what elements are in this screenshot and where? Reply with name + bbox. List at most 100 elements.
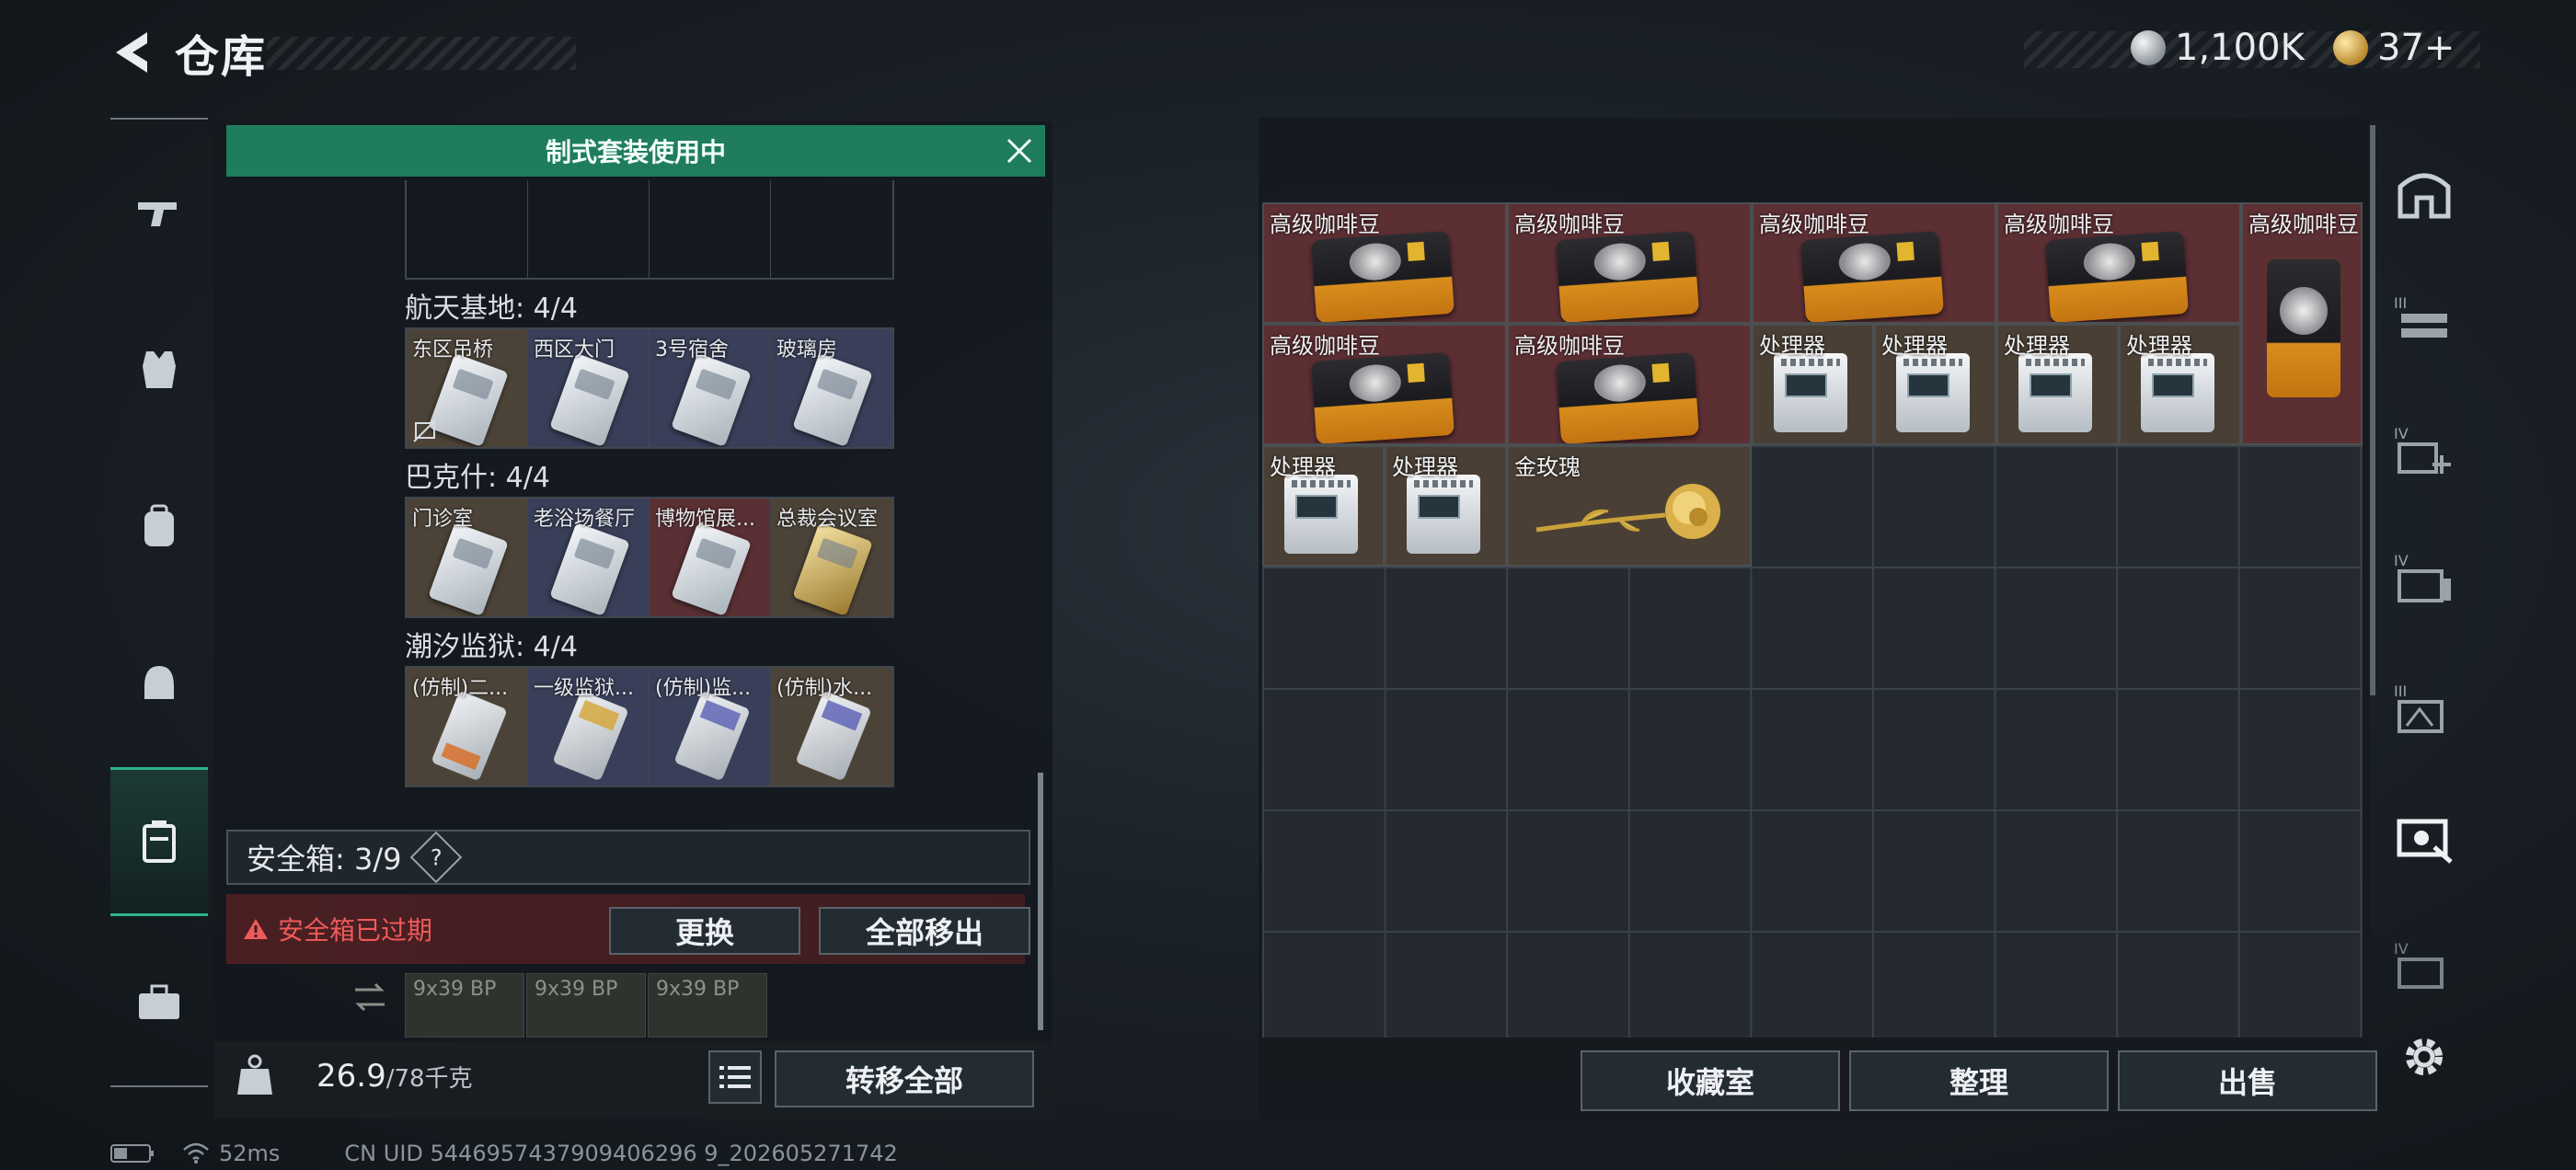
sell-button[interactable]: 出售 [2118,1050,2377,1111]
list-view-button[interactable] [708,1050,762,1104]
item-label: 处理器 [2004,333,2070,359]
safebox-icon [143,820,176,863]
settings-button[interactable] [2383,1015,2466,1098]
top-bar: 仓库 [110,20,267,85]
item-label: 高级咖啡豆 [1759,212,1869,237]
key-cell[interactable]: 博物馆展... [650,499,771,616]
stash-scrollbar[interactable] [2370,125,2375,695]
silver-amount: 1,100K [2175,27,2305,69]
stash-item-gold-rose[interactable]: 金玫瑰 [1507,445,1752,567]
close-icon[interactable] [994,125,1045,177]
key-label: 玻璃房 [776,338,838,361]
processor-icon [1284,475,1358,554]
help-icon[interactable]: ? [410,831,463,884]
left-nav [110,120,208,1087]
stash-item-coffee[interactable]: 高级咖啡豆 [1752,202,1996,324]
ammo-slot[interactable]: 9x39 BP [648,973,767,1038]
gold-rose-icon [1535,484,1720,539]
stash-item-processor[interactable]: 处理器 [1262,445,1385,567]
stash-page-3[interactable]: III [2383,278,2466,361]
panel-scrollbar[interactable] [1038,773,1043,1030]
item-label: 处理器 [1392,454,1458,480]
nav-tools[interactable] [110,947,208,1058]
empty-slot[interactable] [650,180,771,278]
uid: CN UID 5446957437909406296 9_20260527174… [344,1141,898,1166]
key-cell[interactable]: (仿制)水... [771,668,892,786]
safebox-bar: 安全箱: 3/9 ? [226,830,1030,885]
kit-banner-text: 制式套装使用中 [545,137,726,167]
backpack-icon [144,504,174,546]
back-arrow-icon[interactable] [110,29,155,76]
key-label: 西区大门 [534,338,615,361]
stash-item-processor[interactable]: 处理器 [1752,324,1874,445]
nav-backpack[interactable] [110,471,208,581]
nav-weapon[interactable] [110,158,208,269]
stash-item-coffee-vertical[interactable]: 高级咖啡豆 [2241,202,2363,445]
ammo-slot[interactable]: 9x39 BP [526,973,646,1038]
processor-icon [1407,475,1480,554]
item-label: 处理器 [1270,454,1336,480]
nav-safebox[interactable] [110,767,208,916]
keycard-icon [428,522,509,616]
key-cell[interactable]: (仿制)监... [650,668,771,786]
svg-text:IV: IV [2394,552,2409,569]
move-all-out-button[interactable]: 全部移出 [819,907,1030,955]
sort-button[interactable]: 整理 [1849,1050,2109,1111]
keycard-icon [792,522,873,616]
key-cell[interactable]: (仿制)二... [407,668,528,786]
stash-item-processor[interactable]: 处理器 [1996,324,2119,445]
stash-item-processor[interactable]: 处理器 [1874,324,1996,445]
collection-room-button[interactable]: 收藏室 [1581,1050,1840,1111]
silver-currency[interactable]: 1,100K [2131,27,2305,69]
key-cell[interactable]: 3号宿舍 [650,329,771,447]
shelf-tier-4c-icon: IV [2394,940,2444,989]
stash-page-4c[interactable]: IV [2383,925,2466,1008]
item-label: 高级咖啡豆 [1270,333,1380,359]
stash-page-active[interactable] [2383,797,2466,879]
item-label: 处理器 [2126,333,2192,359]
key-label: (仿制)监... [655,677,752,700]
key-cell[interactable]: 老浴场餐厅 [528,499,650,616]
gold-currency[interactable]: 37+ [2333,27,2455,69]
coffee-bag-icon [1311,230,1455,322]
ammo-slot[interactable]: 9x39 BP [405,973,524,1038]
group-title-bakhsh: 巴克什: 4/4 [405,462,550,494]
list-icon [719,1066,751,1088]
transfer-all-button[interactable]: 转移全部 [775,1050,1034,1107]
empty-slot[interactable] [407,180,528,278]
item-label: 高级咖啡豆 [1514,333,1625,359]
key-cell[interactable]: 玻璃房 [771,329,892,447]
key-cell[interactable]: 西区大门 [528,329,650,447]
nav-armor[interactable] [110,315,208,425]
expired-text: 安全箱已过期 [278,915,433,946]
empty-slot[interactable] [528,180,650,278]
stash-page-3b[interactable]: III [2383,668,2466,751]
shelf-tier-4-icon: IV [2394,552,2451,602]
key-cell[interactable]: 门诊室 [407,499,528,616]
key-cell[interactable]: 总裁会议室 [771,499,892,616]
coffee-bag-icon [1556,351,1699,443]
stash-item-processor[interactable]: 处理器 [2119,324,2241,445]
stash-item-processor[interactable]: 处理器 [1385,445,1507,567]
stash-page-4b[interactable]: IV [2383,537,2466,620]
stash-page-main[interactable] [2383,155,2466,237]
no-trade-icon [413,419,437,442]
stash-page-4a[interactable]: IV [2383,410,2466,493]
keycard-icon [795,690,872,782]
keycard-icon [671,352,752,447]
empty-slot[interactable] [771,180,892,278]
key-cell[interactable]: 一级监狱... [528,668,650,786]
stash-item-coffee[interactable]: 高级咖啡豆 [1262,324,1507,445]
keycard-icon [549,352,630,447]
weight-max: /78千克 [385,1065,473,1093]
key-cell[interactable]: 东区吊桥 [407,329,528,447]
warning-icon [244,919,268,939]
nav-rig[interactable] [110,627,208,738]
stash-item-coffee[interactable]: 高级咖啡豆 [1262,202,1507,324]
replace-button[interactable]: 更换 [609,907,800,955]
stash-item-coffee[interactable]: 高级咖啡豆 [1507,202,1752,324]
stash-item-coffee[interactable]: 高级咖啡豆 [1507,324,1752,445]
svg-text:III: III [2394,682,2407,700]
group-title-tidal-prison: 潮汐监狱: 4/4 [405,631,578,663]
stash-item-coffee[interactable]: 高级咖啡豆 [1996,202,2241,324]
